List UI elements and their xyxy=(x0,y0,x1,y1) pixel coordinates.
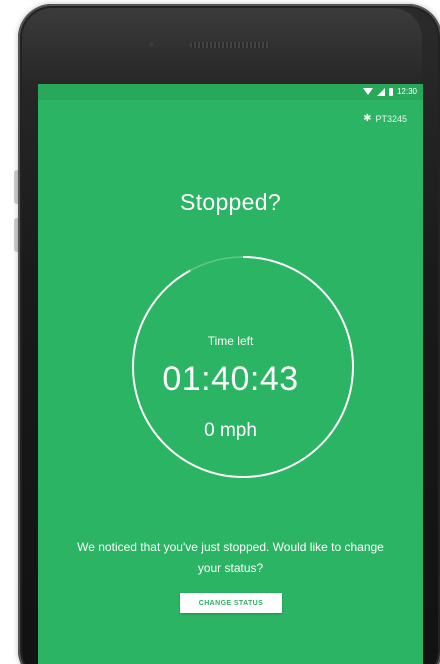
timer-value: 01:40:43 xyxy=(162,360,299,398)
status-icons: 12:30 xyxy=(362,87,417,96)
change-status-button[interactable]: CHANGE STATUS xyxy=(180,593,282,613)
page-title: Stopped? xyxy=(180,189,281,215)
status-time: 12:30 xyxy=(396,87,417,96)
camera-icon xyxy=(149,42,154,47)
connected-device[interactable]: ✱ PT3245 xyxy=(363,113,407,125)
status-bar: 12:30 xyxy=(38,84,423,100)
device-id: PT3245 xyxy=(375,114,407,124)
timer-label: Time left xyxy=(207,334,254,348)
speaker-grille xyxy=(190,42,270,48)
wifi-icon xyxy=(362,88,373,95)
status-message: We noticed that you've just stopped. Wou… xyxy=(77,540,384,575)
device-mockup: 12:30 ✱ PT3245 Stopped? Time left 01:40:… xyxy=(0,0,440,664)
speed-readout: 0 mph xyxy=(204,420,257,441)
bluetooth-icon: ✱ xyxy=(363,113,372,124)
signal-icon xyxy=(376,87,385,96)
app-screen: 12:30 ✱ PT3245 Stopped? Time left 01:40:… xyxy=(38,84,423,664)
frame-highlight xyxy=(22,8,422,88)
battery-icon xyxy=(388,87,393,96)
